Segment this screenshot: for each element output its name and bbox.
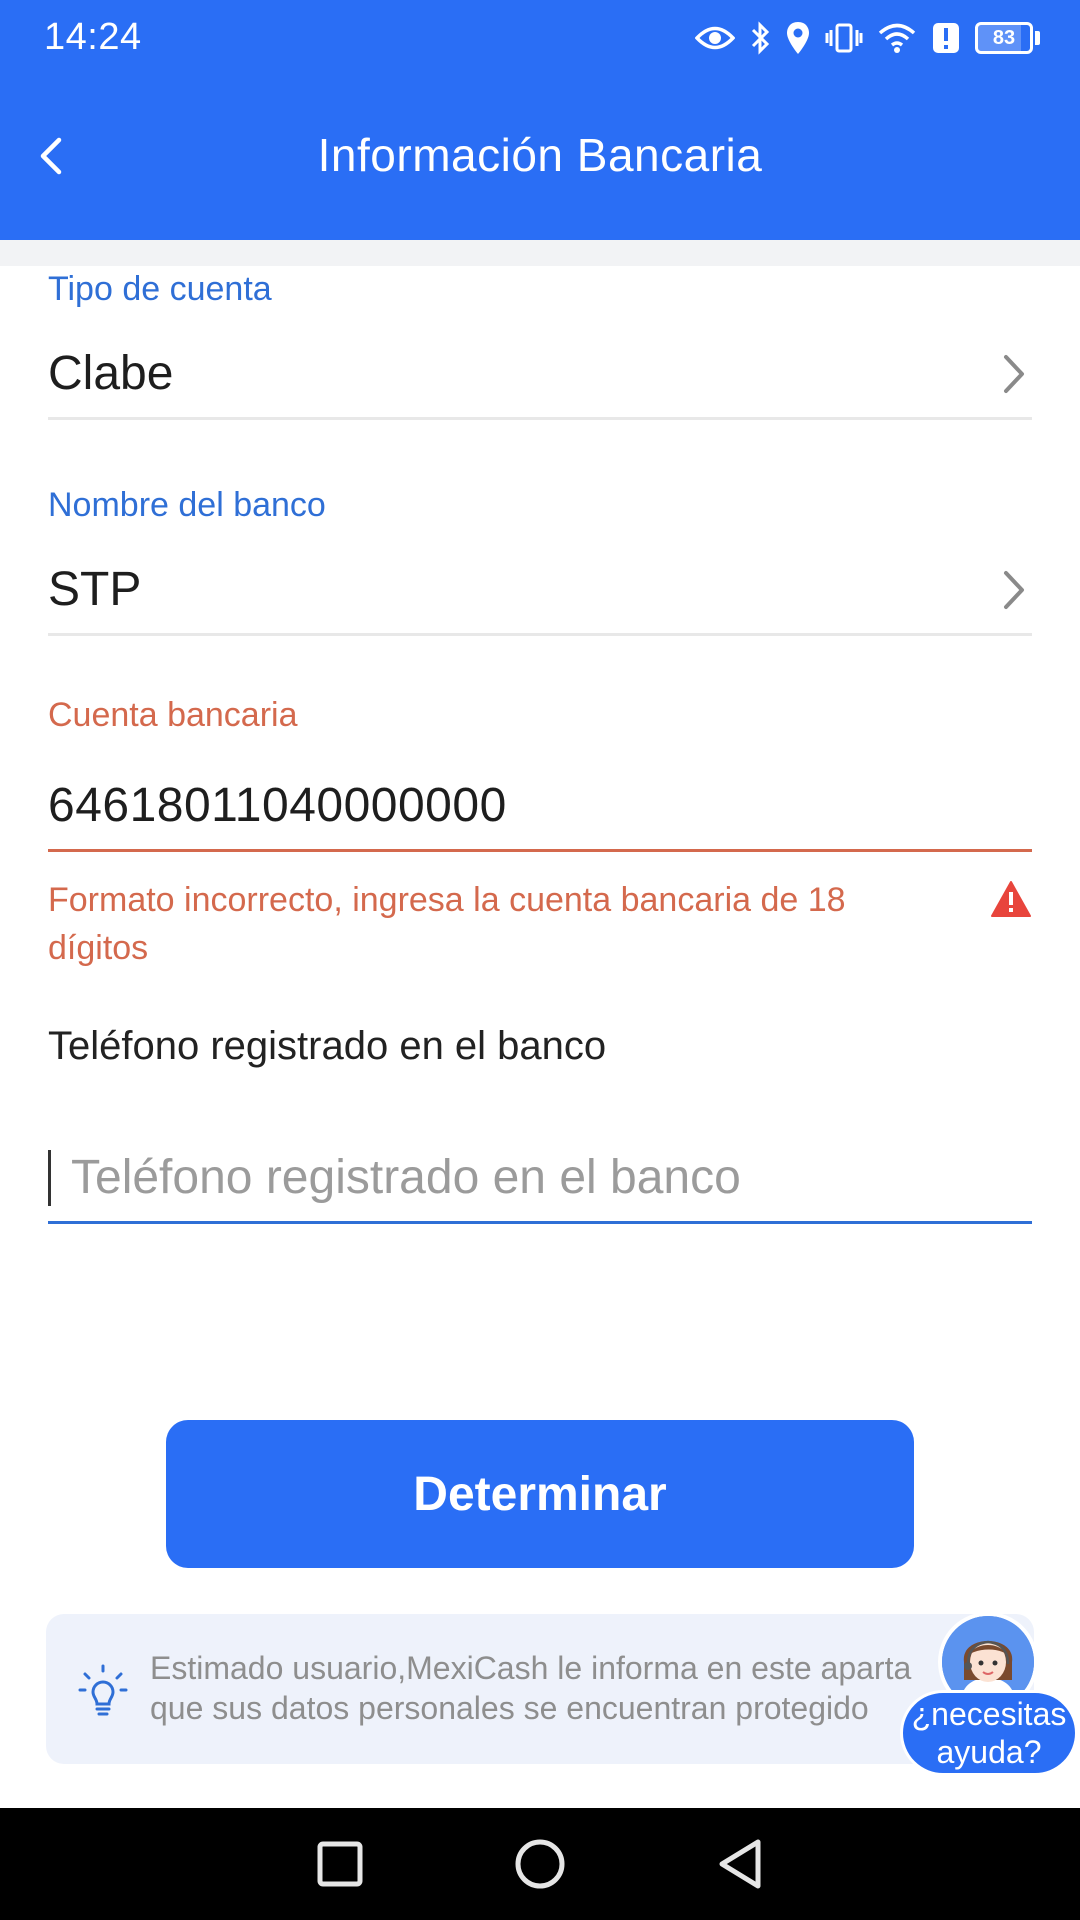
wifi-icon <box>877 22 917 54</box>
triangle-back-icon <box>719 1839 761 1889</box>
account-type-value: Clabe <box>48 347 174 400</box>
phone-placeholder: Teléfono registrado en el banco <box>71 1151 741 1204</box>
home-button[interactable] <box>510 1834 570 1894</box>
phone-input[interactable]: Teléfono registrado en el banco <box>48 1134 1032 1224</box>
bank-account-label: Cuenta bancaria <box>48 696 298 734</box>
vibrate-icon <box>825 22 863 54</box>
circle-icon <box>515 1839 565 1889</box>
location-icon <box>785 20 811 56</box>
system-nav-bar <box>0 1808 1080 1920</box>
bank-info-screen: 14:24 83 Información Bancaria Tipo de cu… <box>0 0 1080 1920</box>
recents-button[interactable] <box>310 1834 370 1894</box>
square-icon <box>317 1841 363 1887</box>
bank-account-value: 64618011040000000 <box>48 779 507 832</box>
notice-line-1: Estimado usuario,MexiCash le informa en … <box>150 1650 912 1686</box>
warning-icon <box>991 881 1031 917</box>
help-button[interactable]: ¿necesitas ayuda? <box>898 1606 1080 1776</box>
back-nav-button[interactable] <box>710 1834 770 1894</box>
divider <box>0 240 1080 266</box>
page-title: Información Bancaria <box>317 129 763 181</box>
battery-level: 83 <box>975 22 1033 54</box>
chevron-right-icon <box>996 350 1032 398</box>
battery-icon: 83 <box>975 22 1040 54</box>
phone-label: Teléfono registrado en el banco <box>48 1024 607 1068</box>
bank-account-error: Formato incorrecto, ingresa la cuenta ba… <box>48 881 846 967</box>
account-type-select[interactable]: Clabe <box>48 330 1032 420</box>
help-line-2: ayuda? <box>936 1734 1042 1770</box>
bank-account-input[interactable]: 64618011040000000 <box>48 762 1032 852</box>
help-line-1: ¿necesitas <box>911 1696 1067 1732</box>
privacy-notice: Estimado usuario,MexiCash le informa en … <box>46 1614 1034 1764</box>
determine-button[interactable]: Determinar <box>166 1420 914 1568</box>
text-cursor <box>48 1149 51 1206</box>
bank-name-value: STP <box>48 563 142 616</box>
app-header: 14:24 83 Información Bancaria <box>0 0 1080 240</box>
alert-icon <box>931 21 961 55</box>
account-type-label: Tipo de cuenta <box>48 270 272 308</box>
help-bubble: ¿necesitas ayuda? <box>900 1690 1078 1776</box>
notice-text: Estimado usuario,MexiCash le informa en … <box>150 1648 970 1728</box>
status-icons: 83 <box>695 18 1040 58</box>
notice-line-2: que sus datos personales se encuentran p… <box>150 1690 869 1726</box>
eye-icon <box>695 23 735 53</box>
bluetooth-icon <box>749 20 771 56</box>
bank-name-select[interactable]: STP <box>48 546 1032 636</box>
status-time: 14:24 <box>44 16 142 58</box>
chevron-right-icon <box>996 566 1032 614</box>
lightbulb-icon <box>78 1664 128 1716</box>
bank-name-label: Nombre del banco <box>48 486 326 524</box>
